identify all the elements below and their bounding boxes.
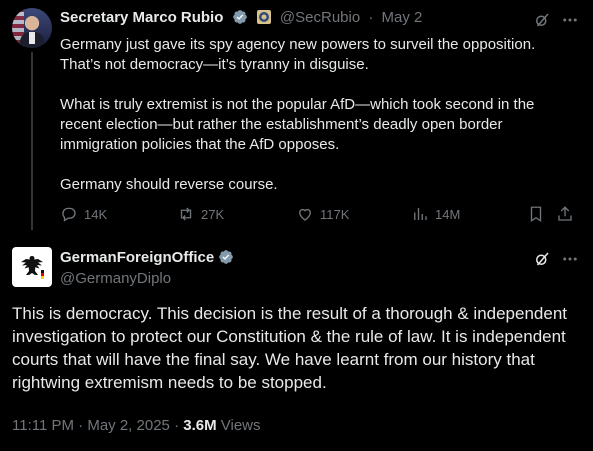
tweet1-paragraph: Germany just gave its spy agency new pow… xyxy=(60,36,536,73)
repost-icon xyxy=(180,207,192,221)
tweet1-paragraph: Germany should reverse course. xyxy=(60,176,278,193)
reply-button[interactable]: 14K xyxy=(60,205,107,223)
tweet2-time[interactable]: 11:11 PM xyxy=(12,417,74,434)
tweet1-action-bar: 14K 27K 117K 14M xyxy=(60,205,580,225)
grok-icon[interactable] xyxy=(532,10,552,30)
grok-icon[interactable] xyxy=(532,249,552,269)
rubio-avatar[interactable] xyxy=(12,8,52,48)
reply-icon xyxy=(62,207,76,222)
tweet2-date[interactable]: May 2, 2025 xyxy=(87,417,170,434)
german-foreign-office-avatar[interactable] xyxy=(12,247,52,287)
tweet2-meta: 11:11 PM · May 2, 2025 · 3.6M Views xyxy=(12,417,261,434)
thread-line xyxy=(31,52,33,230)
views-button[interactable]: 14M xyxy=(411,205,460,223)
tweet2-author-name[interactable]: GermanForeignOffice xyxy=(60,249,214,266)
like-button[interactable]: 117K xyxy=(296,205,349,223)
tweet1-author-name[interactable]: Secretary Marco Rubio xyxy=(60,9,223,26)
views-icon xyxy=(414,208,427,220)
tweet1-separator: · xyxy=(368,9,374,26)
repost-button[interactable]: 27K xyxy=(177,205,224,223)
share-button[interactable] xyxy=(556,205,574,223)
more-icon[interactable] xyxy=(560,10,580,30)
more-icon[interactable] xyxy=(560,249,580,269)
tweet1-text: Germany just gave its spy agency new pow… xyxy=(60,35,570,195)
tweet2-text: This is democracy. This decision is the … xyxy=(12,304,568,392)
tweet2-handle[interactable]: @GermanyDiplo xyxy=(60,270,171,287)
share-icon xyxy=(558,206,572,221)
tweet1-paragraph: What is truly extremist is not the popul… xyxy=(60,96,535,153)
tweet1-handle[interactable]: @SecRubio xyxy=(280,9,360,26)
tweet1-date[interactable]: May 2 xyxy=(382,9,423,26)
bookmark-button[interactable] xyxy=(527,205,545,223)
repost-count: 27K xyxy=(201,206,225,222)
tweet2-header: GermanForeignOffice xyxy=(60,249,234,269)
verified-badge-icon xyxy=(218,249,234,269)
tweet1-header: Secretary Marco Rubio @SecRubio · May 2 xyxy=(60,9,426,29)
views-count: 14M xyxy=(435,206,461,222)
reply-count: 14K xyxy=(84,206,108,222)
tweet2-separator: · xyxy=(78,417,84,434)
tweet2-views-count: 3.6M xyxy=(183,417,217,434)
bookmark-icon xyxy=(530,206,542,223)
like-count: 117K xyxy=(320,206,350,222)
tweet2-separator: · xyxy=(174,417,180,434)
verified-badge-icon xyxy=(232,9,248,29)
like-icon xyxy=(299,208,311,221)
german-eagle-icon xyxy=(21,256,44,279)
tweet2-views-label: Views xyxy=(220,417,261,434)
government-seal-icon xyxy=(256,9,272,29)
